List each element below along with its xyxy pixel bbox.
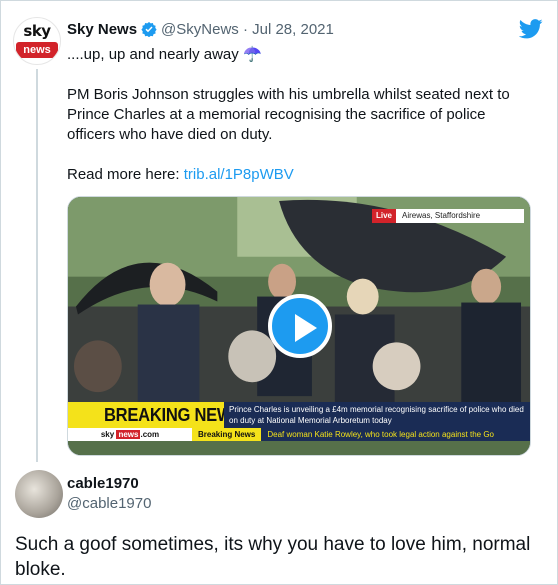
- live-badge: Live: [372, 209, 397, 223]
- ticker-headline: Deaf woman Katie Rowley, who took legal …: [267, 430, 495, 439]
- ticker-brand-com: .com: [140, 430, 160, 439]
- twitter-bird-icon[interactable]: [519, 19, 543, 39]
- avatar-sky-text: sky: [23, 22, 51, 40]
- read-more-label: Read more here:: [67, 166, 184, 183]
- verified-icon: [141, 22, 157, 37]
- breaking-news-subtitle: Prince Charles is unveiling a £4m memori…: [224, 402, 530, 428]
- ticker-breaking-label: Breaking News: [192, 428, 262, 441]
- article-link[interactable]: trib.al/1P8pWBV: [184, 166, 294, 183]
- reply-avatar[interactable]: [15, 470, 63, 518]
- news-ticker: sky news .com Breaking News Deaf woman Ka…: [68, 428, 530, 441]
- reply-text: Such a goof sometimes, its why you have …: [15, 534, 531, 580]
- tweet-header: Sky News @SkyNews · Jul 28, 2021: [67, 19, 334, 39]
- breaking-news-banner: BREAKING NEWS Prince Charles is unveilin…: [68, 402, 530, 428]
- reply-author-handle[interactable]: @cable1970: [67, 495, 151, 512]
- ticker-brand: sky news .com: [68, 428, 192, 441]
- tweet-text-body: PM Boris Johnson struggles with his umbr…: [67, 86, 510, 143]
- ticker-brand-sky: sky: [100, 430, 115, 439]
- tweet-text-line1: ....up, up and nearly away ☂️: [67, 46, 262, 63]
- sky-news-avatar[interactable]: sky news: [13, 17, 61, 65]
- thread-connector: [36, 69, 38, 462]
- broadcast-location: Airewas, Staffordshire: [396, 209, 525, 223]
- author-handle-date[interactable]: @SkyNews · Jul 28, 2021: [161, 21, 334, 38]
- video-player[interactable]: Live Airewas, Staffordshire BREAKING NEW…: [67, 196, 531, 456]
- avatar-news-text: news: [16, 42, 58, 58]
- tweet-read-more: Read more here: trib.al/1P8pWBV: [67, 165, 294, 185]
- breaking-news-title: BREAKING NEWS: [104, 405, 244, 425]
- play-button[interactable]: [268, 294, 332, 358]
- author-name[interactable]: Sky News: [67, 21, 137, 38]
- live-location-tag: Live Airewas, Staffordshire: [372, 209, 525, 223]
- ticker-brand-news: news: [116, 430, 141, 439]
- reply-author-name[interactable]: cable1970: [67, 475, 139, 492]
- tweet-embed: sky news Sky News @SkyNews · Jul 28, 202…: [0, 0, 558, 585]
- play-icon: [295, 314, 317, 342]
